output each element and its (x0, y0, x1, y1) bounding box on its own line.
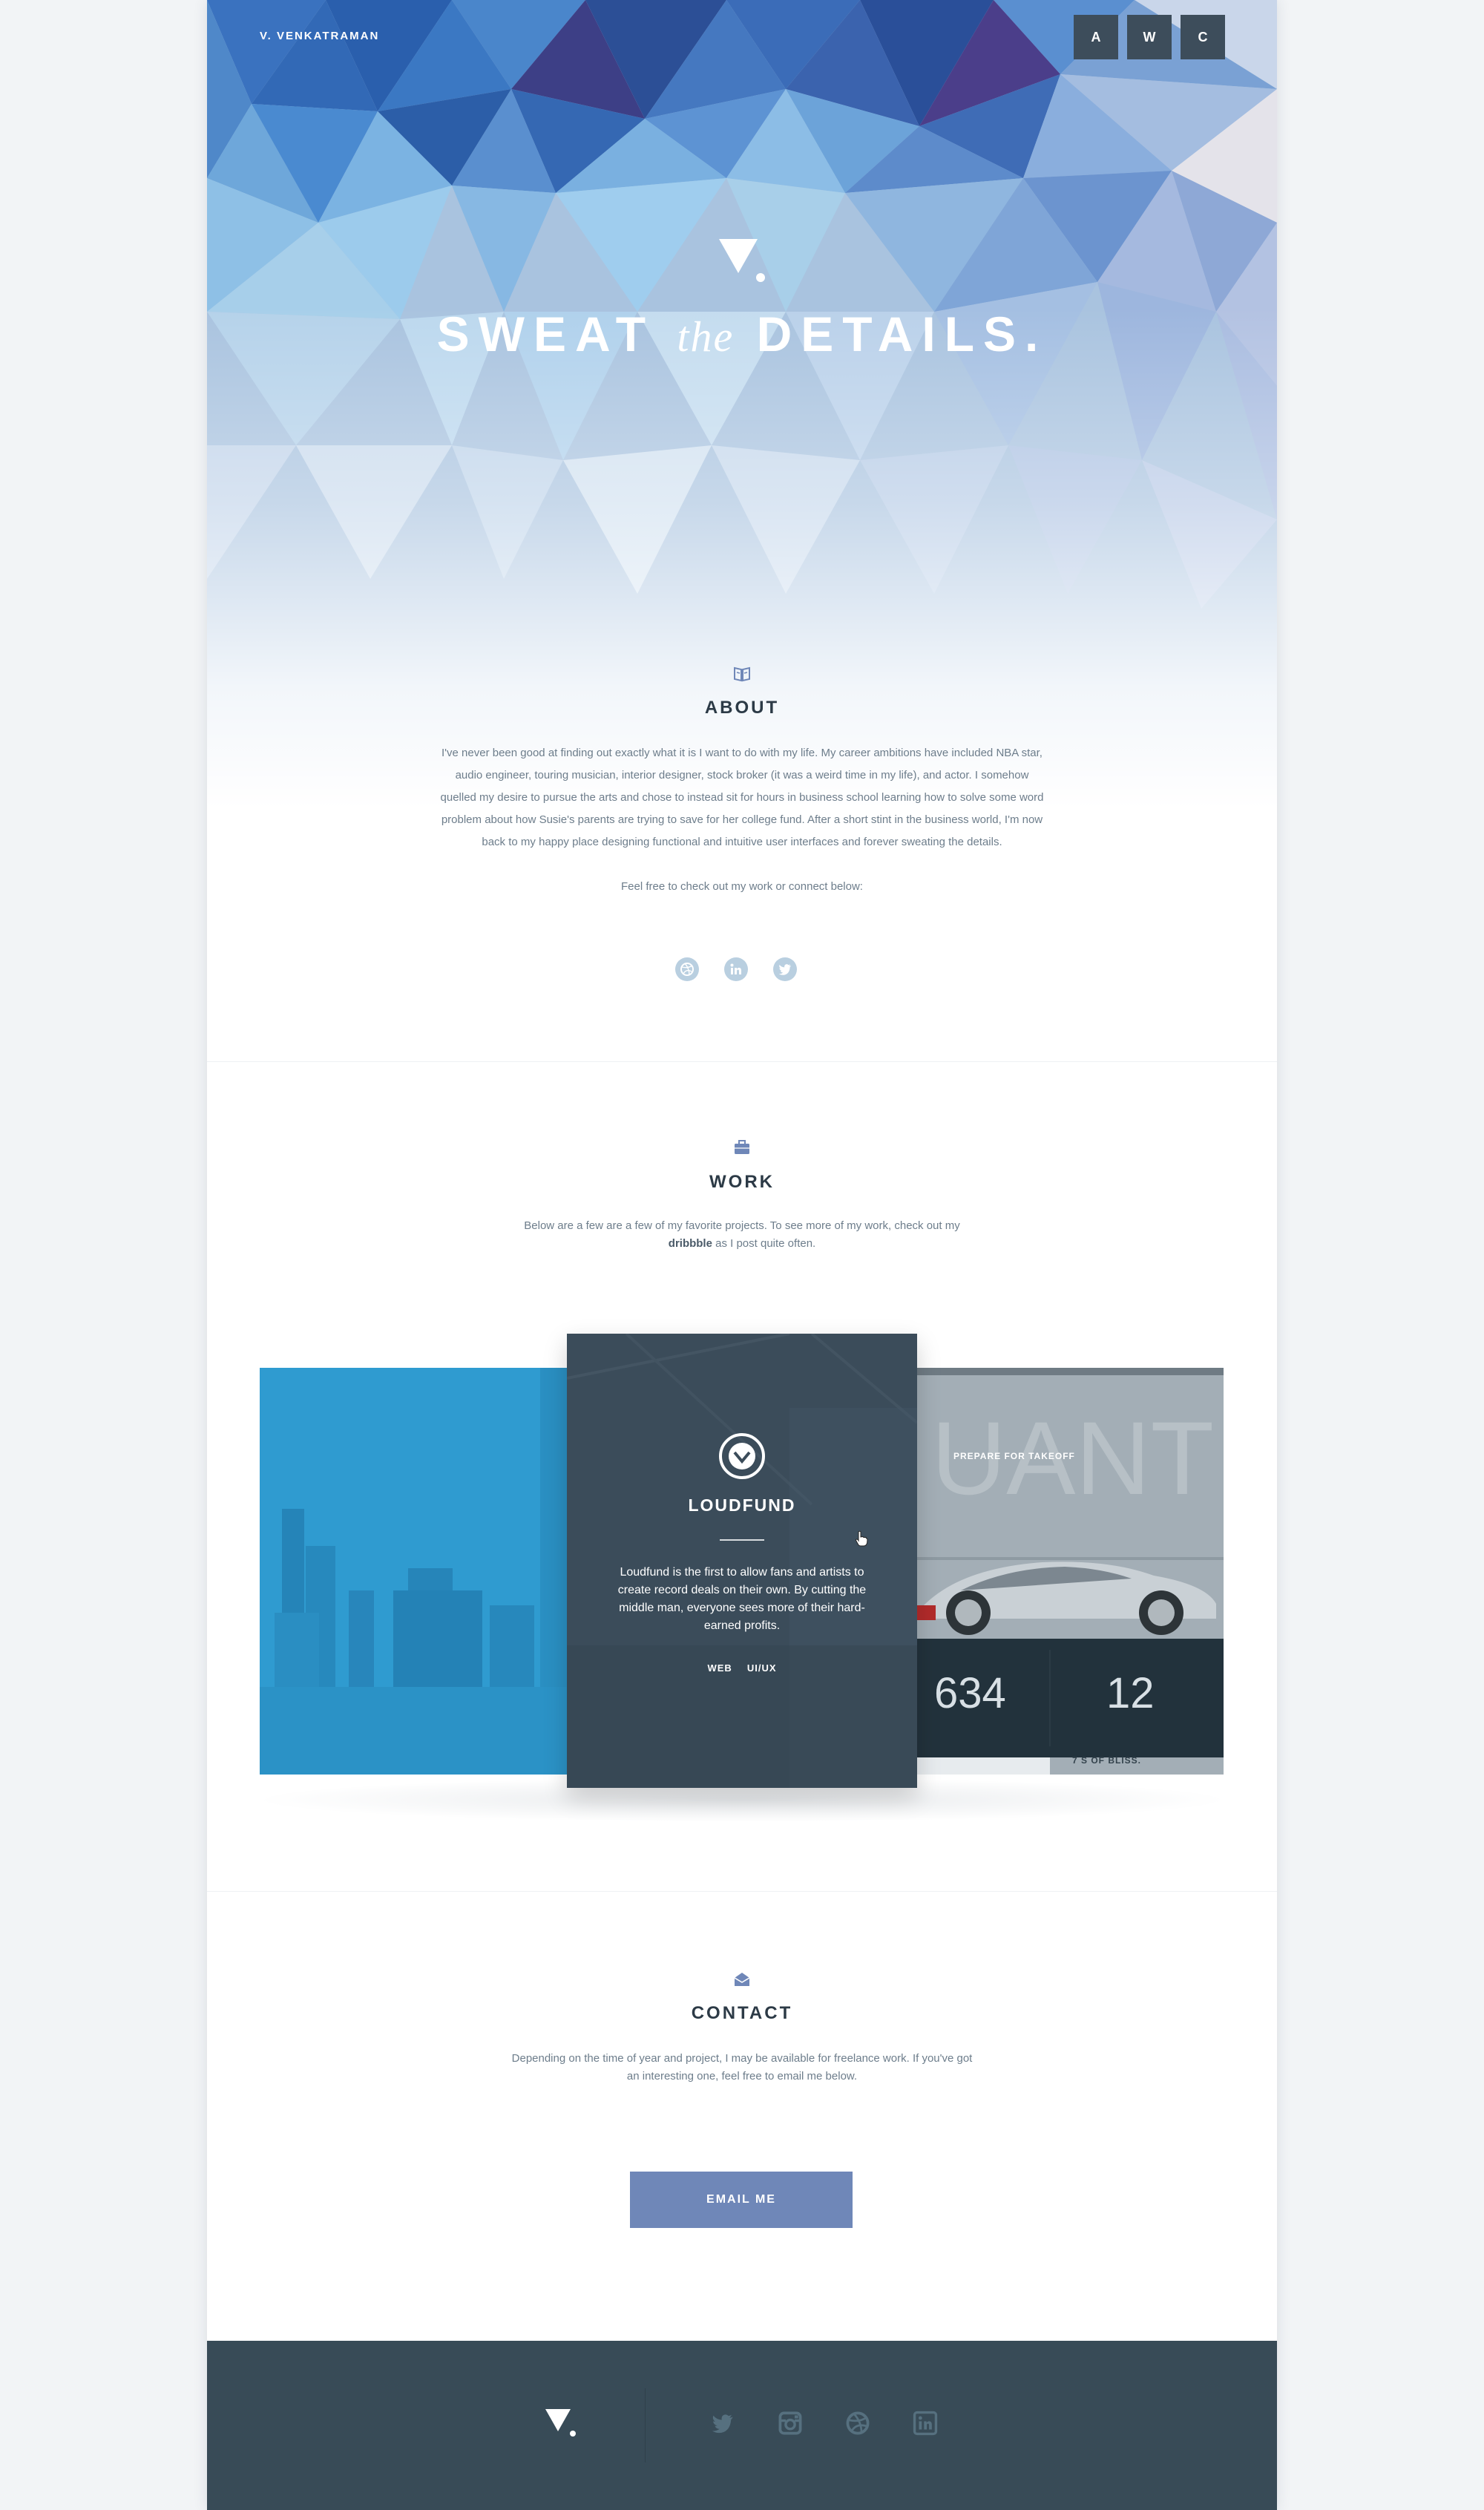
loudfund-background (567, 1334, 917, 1788)
tagline-part1: SWEAT (436, 307, 677, 361)
project-card-loudfund[interactable]: LOUDFUND Loudfund is the first to allow … (567, 1334, 917, 1788)
section-divider (207, 1891, 1277, 1892)
work-intro: Below are a few are a few of my favorite… (452, 1217, 1032, 1253)
email-me-button[interactable]: EMAIL ME (630, 2172, 853, 2228)
right-card-bottom-text: 7 S OF BLISS. (1072, 1755, 1142, 1766)
nav-contact-button[interactable]: C (1181, 15, 1225, 59)
about-cta: Feel free to check out my work or connec… (621, 880, 863, 893)
nav-about-button[interactable]: A (1074, 15, 1118, 59)
hero: V. VENKATRAMAN A W C SWEAT the DETAILS. … (207, 0, 1277, 809)
book-icon (734, 666, 750, 682)
loudfund-title: LOUDFUND (688, 1495, 796, 1515)
project-card-left[interactable] (260, 1368, 567, 1775)
section-divider (207, 1061, 1277, 1062)
about-line: back to my happy place designing functio… (482, 836, 1002, 848)
hand-cursor-icon (856, 1530, 868, 1547)
twitter-icon[interactable] (710, 2411, 735, 2436)
hero-tagline: SWEAT the DETAILS. (207, 306, 1277, 362)
dribbble-link[interactable]: dribbble (669, 1237, 712, 1250)
brand-name[interactable]: V. VENKATRAMAN (260, 30, 379, 42)
contact-title: CONTACT (691, 2003, 793, 2023)
linkedin-icon[interactable] (913, 2411, 938, 2436)
footer-separator (645, 2388, 646, 2463)
dribbble-icon[interactable] (845, 2411, 870, 2436)
work-intro-line2-rest: as I post quite often. (712, 1237, 816, 1250)
tagline-the: the (677, 312, 735, 361)
logo-mark-icon (719, 239, 765, 282)
instagram-icon[interactable] (778, 2411, 803, 2436)
contact-text: Depending on the time of year and projec… (452, 2050, 1032, 2085)
about-line: quelled my desire to pursue the arts and… (440, 791, 1044, 804)
tag-web: WEB (707, 1662, 732, 1674)
loudfund-description: Loudfund is the first to allow fans and … (617, 1566, 867, 1632)
envelope-icon (734, 1973, 750, 1986)
about-line: audio engineer, touring musician, interi… (455, 769, 1029, 781)
about-line: I've never been good at finding out exac… (441, 747, 1043, 759)
page: V. VENKATRAMAN A W C SWEAT the DETAILS. … (207, 0, 1277, 2510)
city-skyline-illustration (260, 1368, 567, 1775)
twitter-icon[interactable] (773, 957, 797, 981)
briefcase-icon (735, 1140, 749, 1154)
dribbble-icon[interactable] (675, 957, 699, 981)
top-nav: A W C (1074, 15, 1225, 59)
loudfund-logo-icon (719, 1433, 765, 1479)
tag-uiux: UI/UX (746, 1662, 777, 1674)
contact-line1: Depending on the time of year and projec… (511, 2052, 973, 2065)
work-intro-line2: dribbble as I post quite often. (452, 1235, 1032, 1253)
right-card-stat1: 634 (934, 1669, 1006, 1717)
about-line: problem about how Susie's parents are tr… (441, 813, 1043, 826)
work-intro-line1: Below are a few are a few of my favorite… (524, 1219, 960, 1232)
tagline-part2: DETAILS. (734, 307, 1048, 361)
about-text: I've never been good at finding out exac… (378, 742, 1106, 853)
about-title: ABOUT (704, 698, 780, 718)
footer-logo-icon[interactable] (545, 2409, 577, 2437)
right-card-heading: PREPARE FOR TAKEOFF (953, 1451, 1075, 1461)
contact-line2: an interesting one, feel free to email m… (626, 2070, 858, 2083)
loudfund-tags: WEB UI/UX (567, 1662, 917, 1674)
nav-work-button[interactable]: W (1127, 15, 1172, 59)
footer (207, 2341, 1277, 2510)
right-card-stat2: 12 (1106, 1669, 1155, 1717)
work-title: WORK (709, 1172, 775, 1192)
about-social-links (675, 957, 797, 981)
linkedin-icon[interactable] (724, 957, 748, 981)
loudfund-title-rule (720, 1539, 764, 1541)
project-card-right[interactable]: UANT PREPARE FOR TAKEOFF 634 12 7 S OF B… (916, 1368, 1224, 1775)
